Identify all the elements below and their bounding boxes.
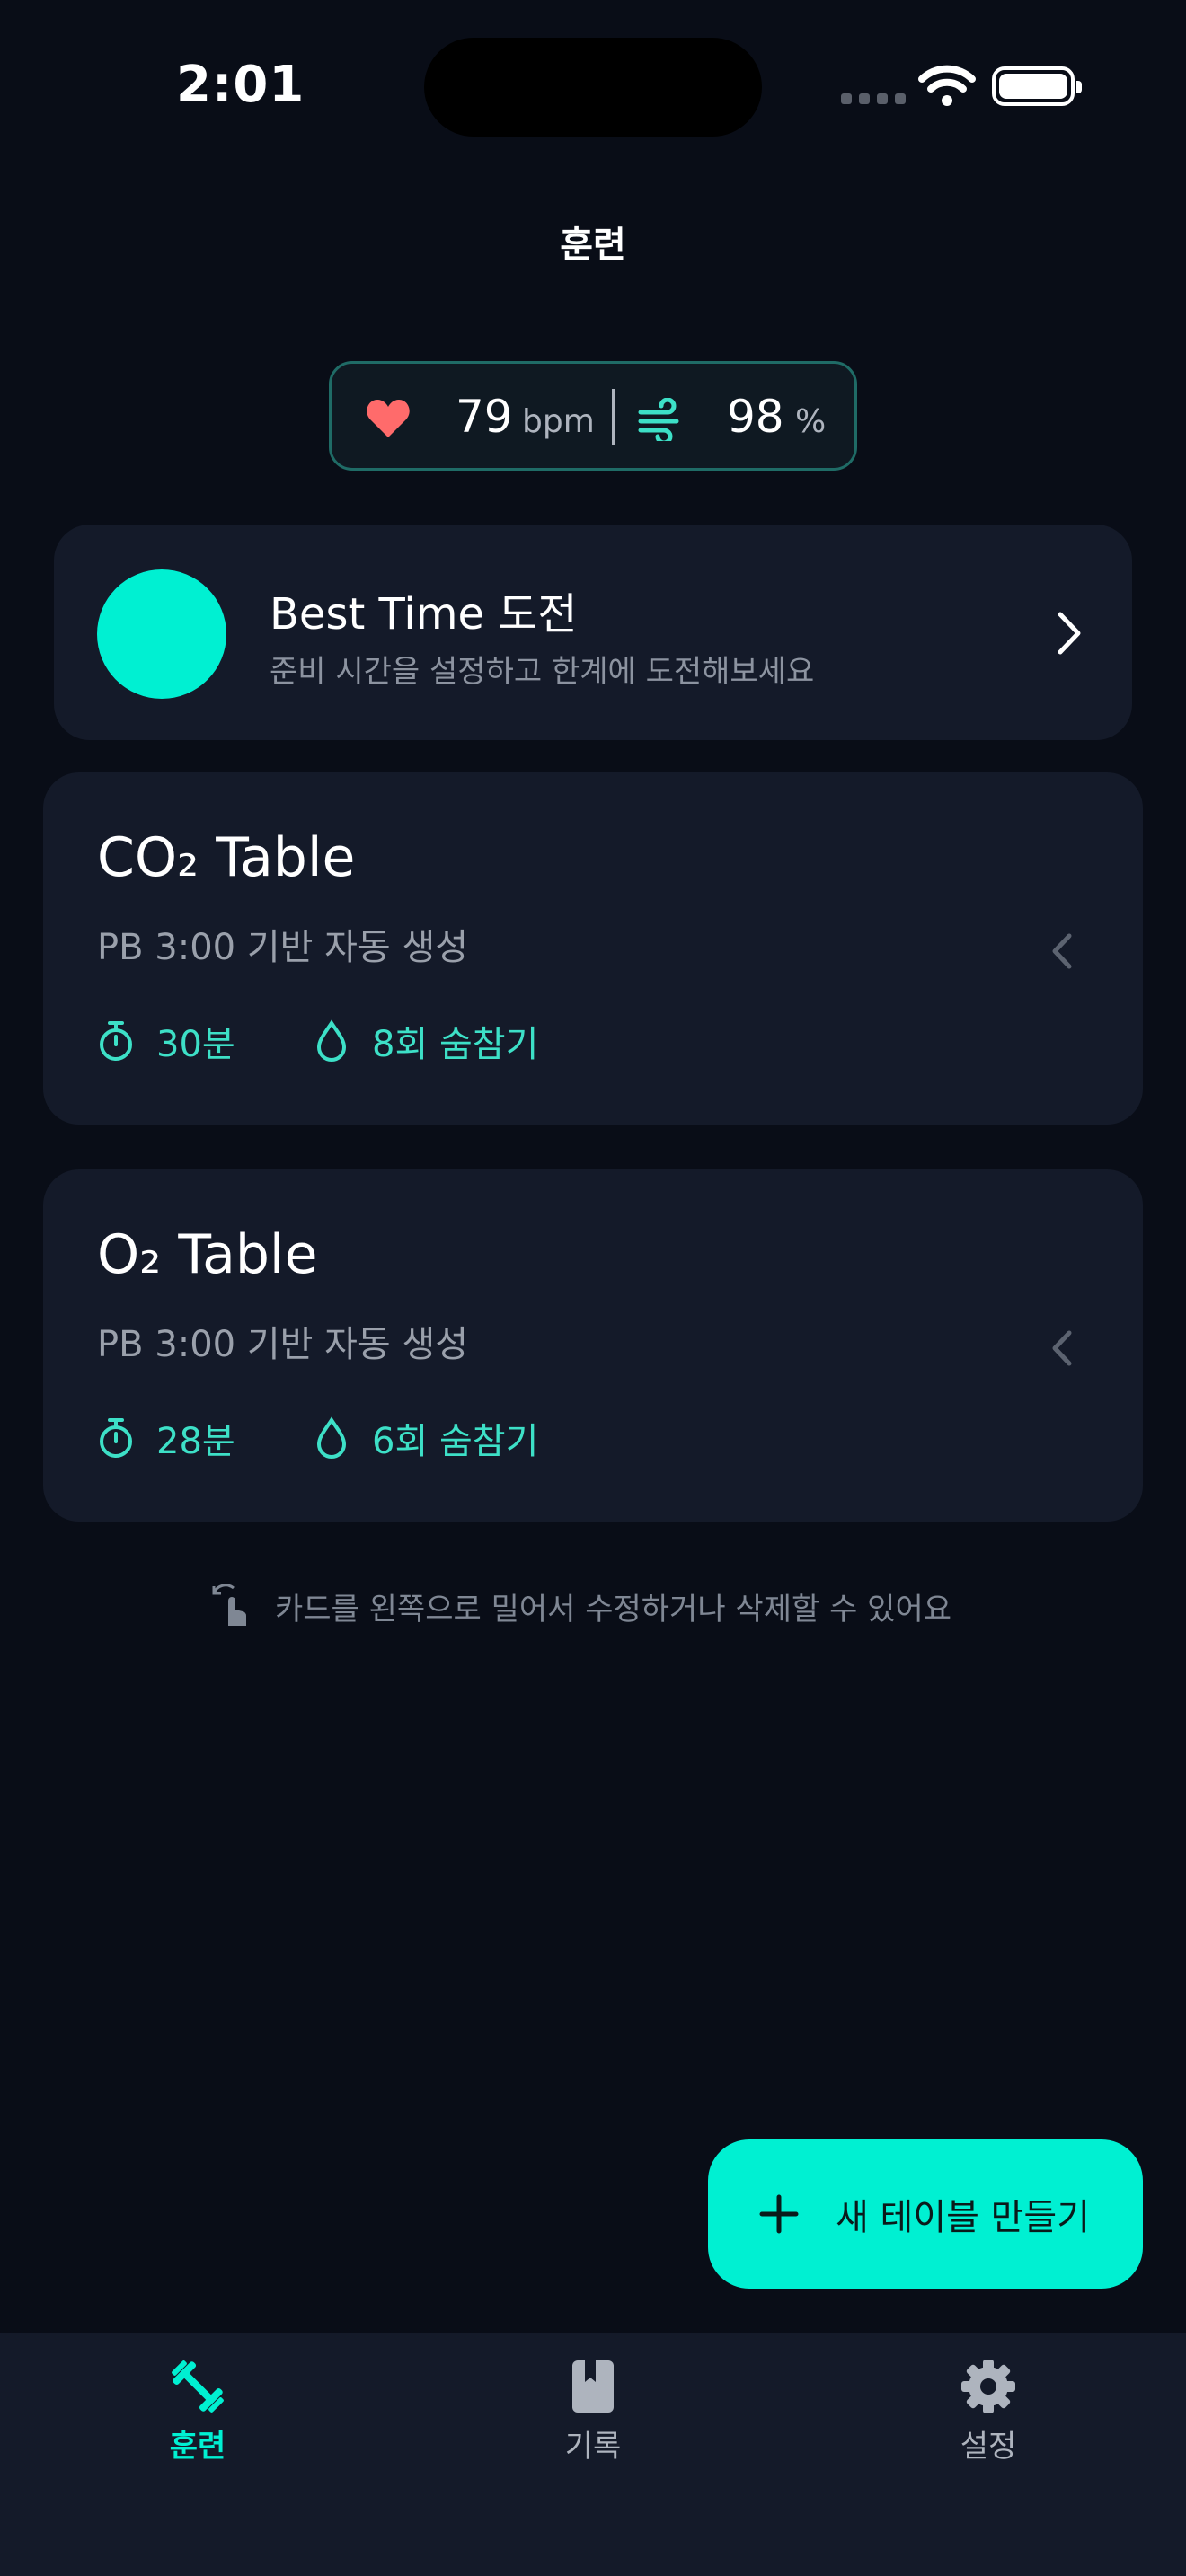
battery-icon <box>992 66 1082 106</box>
swipe-hint-text: 카드를 왼쪽으로 밀어서 수정하거나 삭제할 수 있어요 <box>275 1591 952 1628</box>
chevron-left-icon <box>1052 933 1072 969</box>
table-title: CO₂ Table <box>97 826 356 889</box>
table-duration: 30분 <box>97 1015 235 1067</box>
new-table-button-label: 새 테이블 만들기 <box>836 2197 1091 2238</box>
dumbbell-icon <box>172 2360 224 2413</box>
bookmark-book-icon <box>572 2360 614 2413</box>
table-subtitle: PB 3:00 기반 자동 생성 <box>97 927 469 968</box>
wifi-icon <box>918 65 976 106</box>
stopwatch-icon <box>100 1021 132 1061</box>
screen: 2:01 훈련 79 bpm 98 % Best Time 도전 준비 시간을 … <box>0 0 1186 2576</box>
table-title: O₂ Table <box>97 1223 318 1286</box>
chevron-right-icon <box>1058 612 1081 655</box>
swipe-hint: 카드를 왼쪽으로 밀어서 수정하거나 삭제할 수 있어요 <box>210 1583 951 1629</box>
swipe-hand-icon <box>212 1584 247 1626</box>
table-holds-label: 8회 숨참기 <box>372 1024 539 1065</box>
best-time-title: Best Time 도전 <box>270 589 578 640</box>
new-table-button[interactable]: 새 테이블 만들기 <box>708 2139 1143 2289</box>
droplet-icon <box>316 1019 347 1062</box>
vitals-pill: 79 bpm 98 % <box>329 361 857 471</box>
page-title: 훈련 <box>560 225 626 266</box>
heart-icon <box>367 400 410 437</box>
tab-label: 훈련 <box>169 2429 226 2465</box>
table-holds: 8회 숨참기 <box>313 1015 538 1067</box>
tab-label: 기록 <box>564 2429 622 2465</box>
o2-table-card[interactable]: O₂ Table PB 3:00 기반 자동 생성 28분 6회 숨참기 <box>43 1169 1143 1522</box>
best-time-subtitle: 준비 시간을 설정하고 한계에 도전해보세요 <box>270 654 815 690</box>
dynamic-island <box>424 38 762 137</box>
table-duration-label: 28분 <box>156 1421 235 1462</box>
vitals-divider <box>612 389 615 445</box>
best-time-card[interactable]: Best Time 도전 준비 시간을 설정하고 한계에 도전해보세요 <box>54 525 1132 740</box>
plus-icon <box>759 2194 799 2234</box>
gear-icon <box>961 2360 1015 2413</box>
stopwatch-icon <box>100 1418 132 1458</box>
tab-settings[interactable]: 설정 <box>898 2359 1078 2466</box>
droplet-icon <box>316 1416 347 1459</box>
table-duration-label: 30분 <box>156 1024 235 1065</box>
heart-rate-value: 79 <box>456 391 513 443</box>
cellular-signal-icon <box>841 93 906 104</box>
wind-icon <box>638 398 679 441</box>
heart-rate-unit: bpm <box>522 403 595 440</box>
best-time-avatar <box>97 569 226 699</box>
table-subtitle: PB 3:00 기반 자동 생성 <box>97 1324 469 1365</box>
co2-table-card[interactable]: CO₂ Table PB 3:00 기반 자동 생성 30분 8회 숨참기 <box>43 772 1143 1125</box>
spo2-unit: % <box>795 403 827 440</box>
status-time: 2:01 <box>176 56 305 114</box>
table-holds-label: 6회 숨참기 <box>372 1421 539 1462</box>
table-duration: 28분 <box>97 1412 235 1464</box>
bottom-tab-bar: 훈련 기록 설정 <box>0 2333 1186 2576</box>
tab-training[interactable]: 훈련 <box>108 2359 288 2466</box>
table-holds: 6회 숨참기 <box>313 1412 538 1464</box>
tab-label: 설정 <box>960 2429 1017 2465</box>
chevron-left-icon <box>1052 1330 1072 1366</box>
tab-records[interactable]: 기록 <box>503 2359 683 2466</box>
spo2-value: 98 <box>727 391 784 443</box>
